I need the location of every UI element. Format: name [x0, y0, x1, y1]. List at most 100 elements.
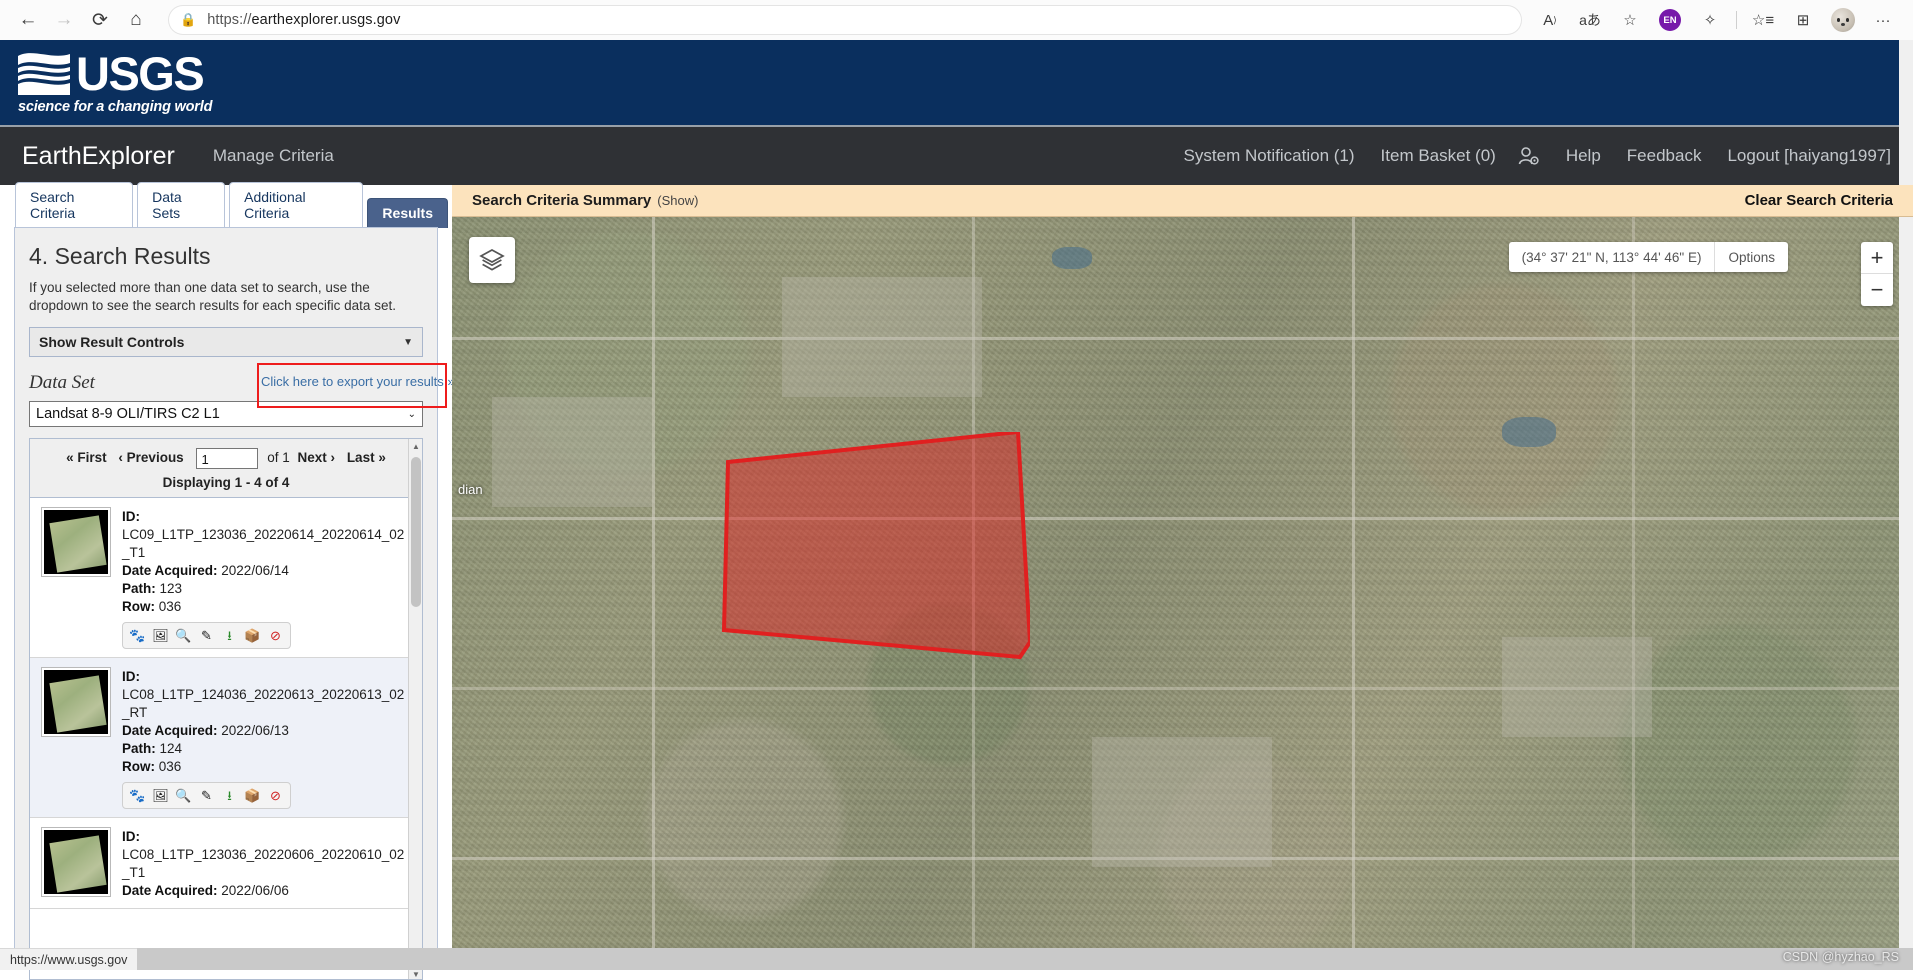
result-id: LC08_L1TP_124036_20220613_20220613_02_RT — [122, 687, 405, 720]
map-urban-area — [492, 397, 652, 507]
translate-icon[interactable]: aあ — [1573, 5, 1607, 35]
result-row: 036 — [158, 759, 182, 774]
compare-icon[interactable]: ✎ — [197, 786, 216, 805]
usgs-wordmark: USGS — [76, 47, 205, 100]
scroll-up-icon[interactable]: ▲ — [409, 439, 422, 453]
add-favorite-icon[interactable]: ☆ — [1613, 5, 1647, 35]
id-label: ID: — [122, 829, 140, 844]
layers-icon[interactable] — [469, 237, 515, 283]
footprint-icon[interactable]: 🐾 — [128, 786, 147, 805]
tab-data-sets[interactable]: Data Sets — [137, 182, 226, 228]
result-date: 2022/06/06 — [221, 883, 289, 898]
date-label: Date Acquired: — [122, 563, 218, 578]
results-panel: 4. Search Results If you selected more t… — [14, 227, 468, 980]
zoom-in-button[interactable]: + — [1861, 242, 1893, 274]
browser-toolbar: ← → ⟳ ⌂ 🔒 https://earthexplorer.usgs.gov… — [0, 0, 1913, 40]
dataset-label: Data Set — [29, 372, 95, 393]
reload-icon[interactable]: ⟳ — [82, 5, 118, 35]
result-date: 2022/06/14 — [221, 563, 289, 578]
zoom-out-button[interactable]: − — [1861, 274, 1893, 306]
ee-brand[interactable]: EarthExplorer — [22, 142, 175, 171]
nav-manage-criteria[interactable]: Manage Criteria — [213, 146, 334, 166]
tab-results[interactable]: Results — [367, 198, 448, 228]
results-scrollbar[interactable]: ▲ ▼ — [408, 439, 422, 979]
browse-overlay-icon[interactable]: 🖼 — [151, 786, 170, 805]
export-results-link[interactable]: Click here to export your results » — [261, 374, 455, 389]
date-label: Date Acquired: — [122, 883, 218, 898]
map-water-body — [1052, 247, 1092, 269]
scene-thumbnail[interactable] — [41, 507, 111, 577]
profile-avatar[interactable] — [1826, 5, 1860, 35]
watermark: CSDN @hyzhao_RS — [1782, 950, 1899, 964]
clear-search-criteria-button[interactable]: Clear Search Criteria — [1745, 192, 1893, 209]
page-title: 4. Search Results — [29, 243, 211, 269]
home-icon[interactable]: ⌂ — [118, 5, 154, 35]
metadata-icon[interactable]: 🔍 — [174, 786, 193, 805]
exclude-icon[interactable]: ⊘ — [266, 626, 285, 645]
tab-search-criteria[interactable]: Search Criteria — [15, 182, 134, 228]
read-aloud-icon[interactable]: A ⟩ — [1533, 5, 1567, 35]
page-number-input[interactable]: 1 — [196, 448, 259, 469]
result-item[interactable]: ID: LC08_L1TP_123036_20220606_20220610_0… — [30, 818, 422, 909]
show-result-controls-label: Show Result Controls — [39, 334, 185, 350]
extensions-icon[interactable]: ✧ — [1693, 5, 1727, 35]
back-arrow-icon[interactable]: ← — [10, 5, 46, 35]
page-scrollbar[interactable] — [1899, 40, 1913, 948]
footprint-icon[interactable]: 🐾 — [128, 626, 147, 645]
exclude-icon[interactable]: ⊘ — [266, 786, 285, 805]
compare-icon[interactable]: ✎ — [197, 626, 216, 645]
scene-thumbnail[interactable] — [41, 667, 111, 737]
map-water-body — [1502, 417, 1556, 447]
browse-overlay-icon[interactable]: 🖼 — [151, 626, 170, 645]
left-panel: Search Criteria Data Sets Additional Cri… — [0, 182, 468, 980]
dataset-select-value: Landsat 8-9 OLI/TIRS C2 L1 — [36, 406, 220, 422]
results-description: If you selected more than one data set t… — [29, 280, 396, 313]
id-label: ID: — [122, 509, 140, 524]
result-actions: 🐾 🖼 🔍 ✎ ⭳ 📦 ⊘ — [122, 622, 291, 649]
nav-feedback[interactable]: Feedback — [1627, 146, 1702, 166]
pager-previous[interactable]: ‹ Previous — [118, 450, 183, 465]
download-icon[interactable]: ⭳ — [220, 786, 239, 805]
nav-help[interactable]: Help — [1566, 146, 1601, 166]
search-criteria-summary-bar: Search Criteria Summary (Show) Clear Sea… — [452, 185, 1913, 217]
result-item[interactable]: ID: LC08_L1TP_124036_20220613_20220613_0… — [30, 658, 422, 818]
result-item[interactable]: ID: LC09_L1TP_123036_20220614_20220614_0… — [30, 498, 422, 658]
download-icon[interactable]: ⭳ — [220, 626, 239, 645]
language-badge-icon[interactable]: EN — [1653, 5, 1687, 35]
map-options-button[interactable]: Options — [1714, 242, 1788, 272]
nav-item-basket[interactable]: Item Basket (0) — [1381, 146, 1496, 166]
collections-icon[interactable]: ⊞ — [1786, 5, 1820, 35]
nav-system-notification[interactable]: System Notification (1) — [1184, 146, 1355, 166]
tab-additional-criteria[interactable]: Additional Criteria — [229, 182, 364, 228]
pager-next[interactable]: Next › — [298, 450, 336, 465]
bottom-scroll-strip[interactable] — [0, 948, 1913, 970]
user-gear-icon[interactable] — [1518, 146, 1540, 166]
date-label: Date Acquired: — [122, 723, 218, 738]
map-road — [652, 217, 655, 970]
browser-settings-icon[interactable]: ··· — [1866, 5, 1900, 35]
favorites-list-icon[interactable]: ☆≡ — [1746, 5, 1780, 35]
address-bar[interactable]: 🔒 https://earthexplorer.usgs.gov — [168, 5, 1522, 35]
metadata-icon[interactable]: 🔍 — [174, 626, 193, 645]
map-road — [452, 517, 1913, 520]
bulk-order-icon[interactable]: 📦 — [243, 626, 262, 645]
satellite-map-canvas[interactable]: dian (34° 37' 21" N, 113° 44' 46" E) Opt… — [452, 217, 1913, 970]
forward-arrow-icon[interactable]: → — [46, 5, 82, 35]
show-result-controls-button[interactable]: Show Result Controls ▼ — [29, 327, 423, 357]
address-bar-text: https://earthexplorer.usgs.gov — [207, 12, 401, 28]
pager-first[interactable]: « First — [66, 450, 107, 465]
criteria-summary-show-link[interactable]: (Show) — [657, 193, 698, 208]
criteria-summary-title: Search Criteria Summary — [472, 192, 652, 209]
dataset-select[interactable]: Landsat 8-9 OLI/TIRS C2 L1 ⌄ — [29, 401, 423, 427]
scrollbar-thumb[interactable] — [411, 457, 421, 607]
area-of-interest-polygon[interactable] — [720, 432, 1030, 672]
usgs-wave-icon — [18, 50, 70, 95]
map-urban-area — [1092, 737, 1272, 867]
bulk-order-icon[interactable]: 📦 — [243, 786, 262, 805]
pager-last[interactable]: Last » — [347, 450, 386, 465]
scene-thumbnail[interactable] — [41, 827, 111, 897]
usgs-logo[interactable]: USGS science for a changing world — [18, 50, 212, 115]
path-label: Path: — [122, 741, 156, 756]
map-road — [452, 337, 1913, 340]
nav-logout[interactable]: Logout [haiyang1997] — [1727, 146, 1891, 166]
